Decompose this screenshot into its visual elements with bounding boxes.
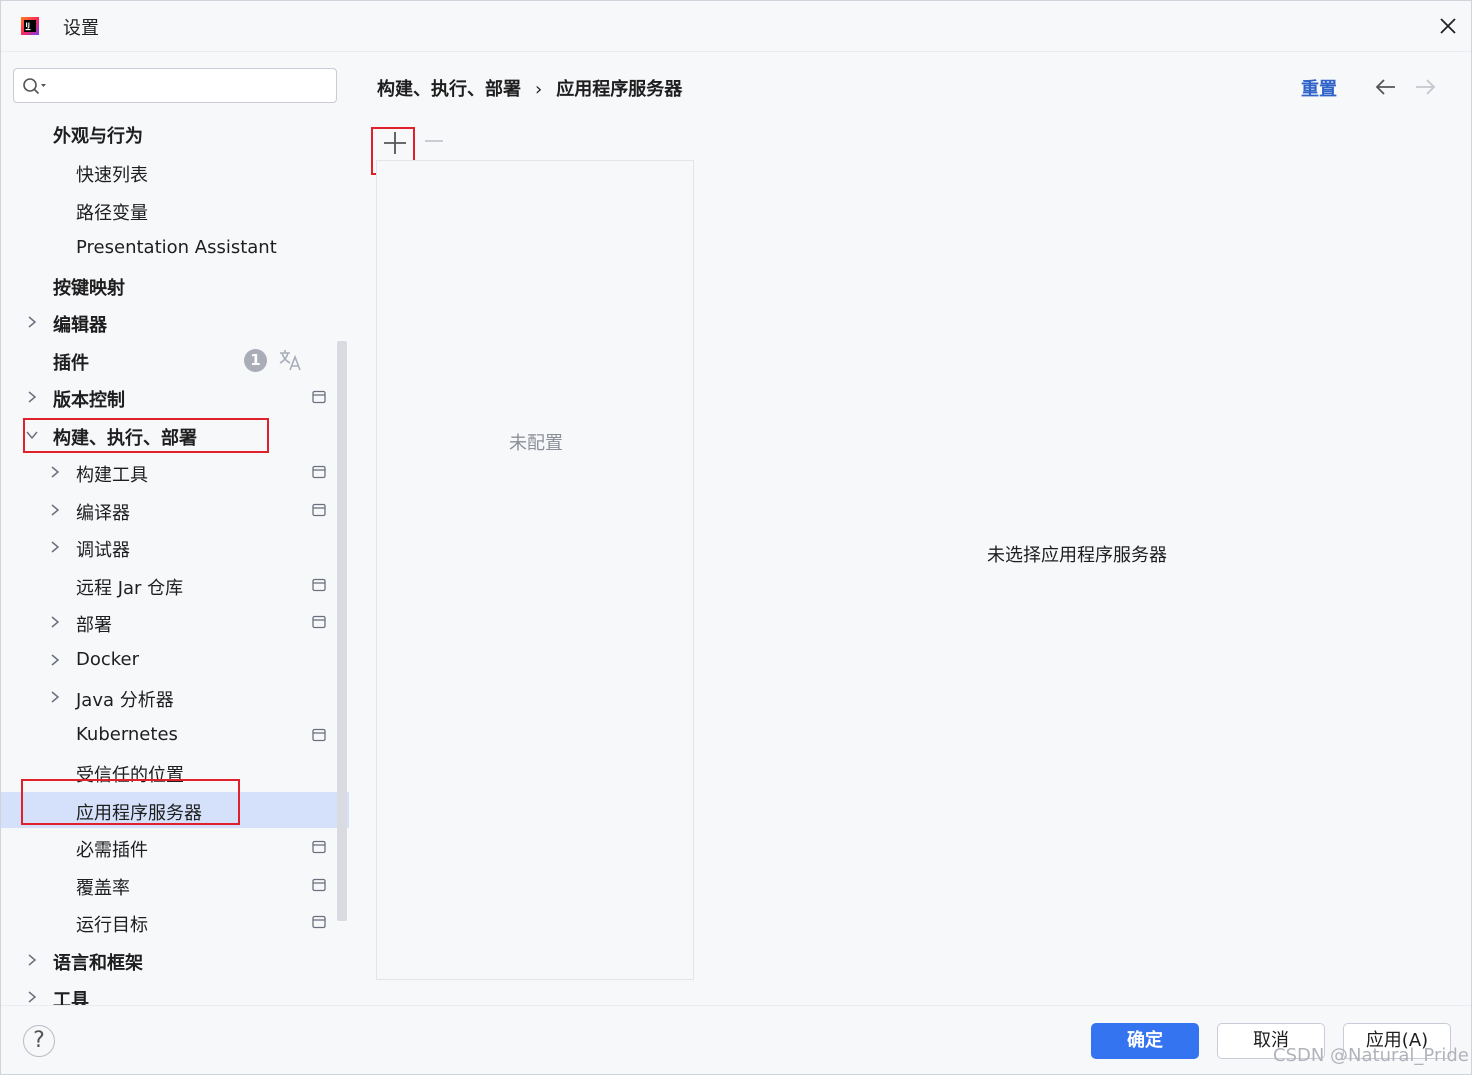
- sidebar-item-label: 构建、执行、部署: [53, 428, 197, 449]
- settings-dialog: IJ 设置 外观与行为快速列表路径变量 Presentation Assistan…: [0, 0, 1472, 1075]
- sidebar-item-label: 语言和框架: [53, 953, 143, 974]
- sidebar-item-label: 插件: [53, 353, 89, 374]
- search-icon[interactable]: [22, 76, 48, 96]
- sidebar-item[interactable]: 编辑器: [1, 304, 349, 340]
- chevron-right-icon[interactable]: [48, 653, 62, 667]
- sidebar-item-label: 运行目标: [76, 915, 148, 936]
- sidebar-item[interactable]: 路径变量: [1, 192, 349, 228]
- breadcrumb: 构建、执行、部署 › 应用程序服务器: [377, 75, 682, 101]
- breadcrumb-current: 应用程序服务器: [556, 79, 683, 100]
- chevron-right-icon[interactable]: [25, 390, 39, 404]
- search-input[interactable]: [52, 73, 336, 101]
- help-button[interactable]: ?: [23, 1025, 55, 1057]
- sidebar-item[interactable]: 运行目标: [1, 904, 349, 940]
- breadcrumb-parent[interactable]: 构建、执行、部署: [377, 79, 521, 100]
- sidebar-item-label: 应用程序服务器: [76, 803, 202, 824]
- project-scope-icon: [312, 728, 326, 742]
- remove-icon[interactable]: [423, 129, 445, 157]
- sidebar-item[interactable]: 构建、执行、部署: [1, 417, 349, 453]
- settings-tree: 外观与行为快速列表路径变量 Presentation Assistant 按键映射编…: [1, 115, 351, 1005]
- close-icon[interactable]: [1437, 15, 1459, 37]
- sidebar-item[interactable]: 编译器: [1, 492, 349, 528]
- breadcrumb-separator: ›: [535, 79, 543, 100]
- project-scope-icon: [312, 840, 326, 854]
- sidebar-item-label: 受信任的位置: [76, 765, 184, 786]
- sidebar-item-label: 编译器: [76, 503, 130, 524]
- sidebar-item[interactable]: 按键映射: [1, 267, 349, 303]
- forward-arrow-icon[interactable]: [1414, 77, 1436, 97]
- watermark: CSDN @Natural_Pride: [1273, 1045, 1469, 1066]
- chevron-right-icon[interactable]: [48, 465, 62, 479]
- chevron-right-icon[interactable]: [48, 615, 62, 629]
- sidebar-item-label: 路径变量: [76, 203, 148, 224]
- sidebar-item[interactable]: Java 分析器: [1, 679, 349, 715]
- sidebar-item[interactable]: 工具: [1, 979, 349, 1005]
- sidebar-item[interactable]: Kubernetes: [1, 717, 349, 753]
- sidebar-item-label: 工具: [53, 990, 89, 1005]
- title-bar: IJ 设置: [1, 1, 1471, 52]
- sidebar-item-label: 版本控制: [53, 390, 125, 411]
- ok-button[interactable]: 确定: [1091, 1023, 1199, 1059]
- chevron-right-icon[interactable]: [48, 503, 62, 517]
- sidebar-item[interactable]: 插件 1: [1, 342, 349, 378]
- empty-list-text: 未配置: [509, 433, 563, 454]
- back-arrow-icon[interactable]: [1375, 77, 1397, 97]
- chevron-down-icon[interactable]: [25, 428, 39, 442]
- chevron-right-icon[interactable]: [48, 540, 62, 554]
- chevron-right-icon[interactable]: [25, 990, 39, 1004]
- window-title: 设置: [63, 18, 99, 39]
- sidebar-item[interactable]: 覆盖率: [1, 867, 349, 903]
- project-scope-icon: [312, 578, 326, 592]
- sidebar-item-label: 编辑器: [53, 315, 107, 336]
- project-scope-icon: [312, 615, 326, 629]
- sidebar-item[interactable]: 远程 Jar 仓库: [1, 567, 349, 603]
- chevron-right-icon[interactable]: [25, 315, 39, 329]
- sidebar-item[interactable]: 调试器: [1, 529, 349, 565]
- sidebar-item-label: 部署: [76, 615, 112, 636]
- project-scope-icon: [312, 503, 326, 517]
- sidebar-item-label: 快速列表: [76, 165, 148, 186]
- sidebar-item[interactable]: 版本控制: [1, 379, 349, 415]
- svg-text:IJ: IJ: [26, 22, 30, 29]
- sidebar-item[interactable]: 构建工具: [1, 454, 349, 490]
- project-scope-icon: [312, 465, 326, 479]
- sidebar-item-label: 必需插件: [76, 840, 148, 861]
- sidebar-item[interactable]: Presentation Assistant: [1, 230, 349, 266]
- sidebar-item[interactable]: 快速列表: [1, 154, 349, 190]
- reset-link[interactable]: 重置: [1301, 75, 1337, 101]
- sidebar-item[interactable]: 受信任的位置: [1, 754, 349, 790]
- update-count-badge: 1: [244, 349, 267, 372]
- project-scope-icon: [312, 878, 326, 892]
- search-field[interactable]: [13, 68, 337, 103]
- sidebar-scrollbar[interactable]: [335, 341, 349, 923]
- sidebar-item-label: Java 分析器: [76, 690, 174, 711]
- sidebar-item[interactable]: 必需插件: [1, 829, 349, 865]
- sidebar-item[interactable]: 语言和框架: [1, 942, 349, 978]
- sidebar-item-label: Kubernetes: [76, 724, 178, 745]
- project-scope-icon: [312, 915, 326, 929]
- detail-empty-text: 未选择应用程序服务器: [987, 545, 1167, 566]
- sidebar-item-label: Presentation Assistant: [76, 237, 277, 258]
- sidebar-item-label: 覆盖率: [76, 878, 130, 899]
- sidebar-item[interactable]: 外观与行为: [1, 115, 349, 151]
- project-scope-icon: [312, 390, 326, 404]
- sidebar-item[interactable]: 应用程序服务器: [1, 792, 349, 828]
- scrollbar-thumb[interactable]: [337, 341, 347, 921]
- sidebar-item-label: 远程 Jar 仓库: [76, 578, 184, 599]
- sidebar-item[interactable]: 部署: [1, 604, 349, 640]
- sidebar-item-label: 调试器: [76, 540, 130, 561]
- translate-icon: [279, 350, 301, 371]
- chevron-right-icon[interactable]: [48, 690, 62, 704]
- sidebar-item-label: Docker: [76, 649, 140, 670]
- chevron-right-icon[interactable]: [25, 953, 39, 967]
- add-icon[interactable]: [381, 129, 409, 157]
- sidebar-item-label: 外观与行为: [53, 126, 143, 147]
- app-server-list[interactable]: 未配置: [376, 160, 694, 980]
- sidebar-item-label: 按键映射: [53, 278, 125, 299]
- sidebar-item[interactable]: Docker: [1, 642, 349, 678]
- intellij-logo-icon: IJ: [21, 17, 39, 35]
- sidebar-item-label: 构建工具: [76, 465, 148, 486]
